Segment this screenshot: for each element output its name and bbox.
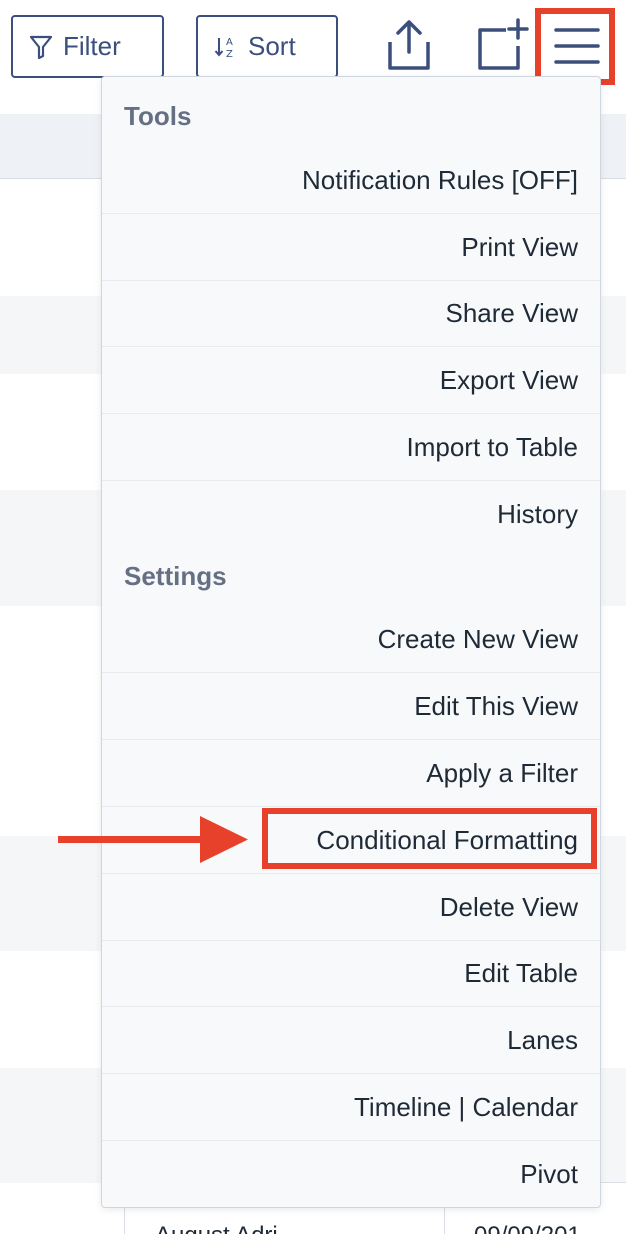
menu-item-label: Timeline | Calendar <box>354 1091 578 1122</box>
menu-item-edit-table[interactable]: Edit Table <box>102 940 600 1007</box>
menu-item-create-new-view[interactable]: Create New View <box>102 606 600 673</box>
menu-item-lanes[interactable]: Lanes <box>102 1007 600 1074</box>
sort-az-icon: A Z <box>214 37 233 60</box>
table-cell-text: 09/09/201 <box>474 1222 581 1234</box>
table-cell-text: August Adri... <box>155 1222 298 1234</box>
sort-button[interactable]: A Z Sort <box>196 15 338 78</box>
menu-item-label: Share View <box>445 297 579 328</box>
menu-item-label: Notification Rules [OFF] <box>302 164 578 195</box>
menu-item-import-to-table[interactable]: Import to Table <box>102 414 600 481</box>
section-title-tools: Tools <box>124 101 192 131</box>
funnel-icon <box>29 35 53 59</box>
svg-text:A: A <box>226 37 233 48</box>
conditional-formatting-highlight <box>262 808 597 869</box>
menu-item-label: Import to Table <box>406 431 578 462</box>
menu-item-label: History <box>497 499 578 529</box>
filter-button-label: Filter <box>63 31 121 61</box>
menu-item-label: Print View <box>461 231 578 262</box>
menu-item-label: Lanes <box>507 1024 578 1055</box>
section-title-settings: Settings <box>124 561 227 591</box>
upload-icon[interactable] <box>385 18 433 72</box>
menu-button-highlight <box>535 8 615 85</box>
menu-item-share-view[interactable]: Share View <box>102 280 600 347</box>
menu-item-label: Create New View <box>377 623 578 654</box>
menu-item-label: Pivot <box>520 1159 578 1189</box>
menu-item-history[interactable]: History <box>102 481 600 548</box>
menu-item-timeline-calendar[interactable]: Timeline | Calendar <box>102 1074 600 1141</box>
menu-item-delete-view[interactable]: Delete View <box>102 874 600 941</box>
menu-item-label: Export View <box>439 364 578 395</box>
menu-item-label: Delete View <box>439 891 578 922</box>
menu-item-edit-this-view[interactable]: Edit This View <box>102 673 600 740</box>
menu-item-label: Edit This View <box>414 690 578 721</box>
menu-item-label: Apply a Filter <box>426 757 578 788</box>
menu-item-print-view[interactable]: Print View <box>102 214 600 281</box>
svg-text:Z: Z <box>226 49 233 60</box>
tools-settings-menu: Tools Notification Rules [OFF] Print Vie… <box>101 76 601 1208</box>
menu-item-apply-a-filter[interactable]: Apply a Filter <box>102 740 600 807</box>
filter-button[interactable]: Filter <box>11 15 164 78</box>
menu-item-label: Edit Table <box>464 957 578 988</box>
sort-button-label: Sort <box>248 31 296 61</box>
menu-item-export-view[interactable]: Export View <box>102 347 600 414</box>
add-box-icon[interactable] <box>474 18 530 72</box>
arrow-right-icon <box>58 816 248 863</box>
menu-item-notification-rules[interactable]: Notification Rules [OFF] <box>102 147 600 214</box>
menu-item-pivot[interactable]: Pivot <box>102 1141 600 1208</box>
